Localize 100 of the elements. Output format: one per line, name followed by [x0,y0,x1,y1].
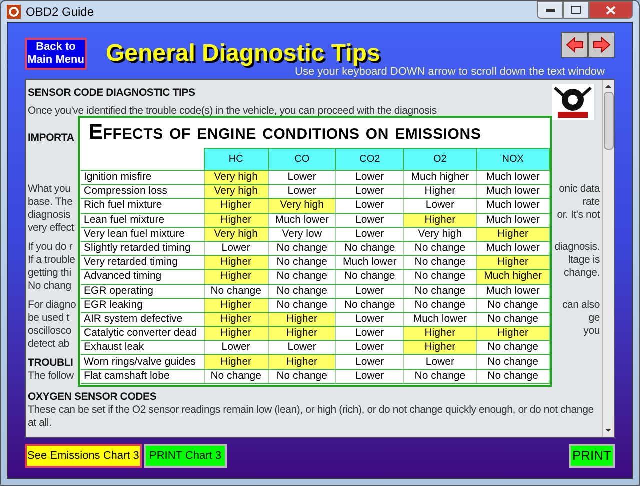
table-cell: Lower [404,198,477,214]
column-header: HC [204,148,268,170]
table-cell: Much higher [476,270,550,284]
minimize-icon [546,8,554,12]
condition-cell: Compression loss [81,184,204,199]
see-emissions-chart-button[interactable]: See Emissions Chart 3 [25,444,142,468]
section-heading: OXYGEN SENSOR CODES [28,391,158,404]
table-cell: Lower [336,184,404,199]
section-heading: SENSOR CODE DIAGNOSTIC TIPS [28,87,196,100]
table-cell: Lower [336,284,404,298]
table-cell: Higher [268,312,336,327]
paragraph-text: very effect [28,222,74,235]
table-cell: Higher [204,326,268,341]
next-button[interactable] [588,32,615,58]
table-cell: No change [268,270,336,284]
paragraph-text: rate [582,196,601,209]
table-cell: Higher [204,298,268,312]
minimize-button[interactable] [537,1,563,19]
table-cell: No change [404,241,477,256]
close-icon [606,6,616,14]
scrollbar-thumb[interactable] [604,92,614,150]
table-cell: Lower [268,340,336,355]
paragraph-text: Once you've identified the trouble code(s) in the vehicle, you can proceed with the diagnosis [28,105,438,118]
table-cell: No change [476,354,550,370]
table-cell: No change [268,298,336,312]
chart-title: Effects of engine conditions on emissions [88,120,482,146]
paragraph-text: For diagno [28,299,76,312]
back-to-main-menu-button[interactable]: Back to Main Menu [25,38,87,70]
condition-cell: Exhaust leak [81,340,204,355]
paragraph-text: base. The [28,196,73,209]
paragraph-text: you [584,325,601,338]
table-cell: Higher [268,326,336,341]
condition-cell: Flat camshaft lobe [81,369,204,384]
table-cell: Higher [476,326,550,341]
maximize-button[interactable] [563,1,589,19]
paragraph-text: getting thi [28,267,72,280]
table-cell: No change [336,241,404,256]
right-arrow-icon [592,37,610,53]
table-cell: No change [476,312,550,327]
table-cell: Lower [204,241,268,256]
window-title: OBD2 Guide [26,4,94,20]
table-cell: Lower [404,354,477,370]
condition-cell: Advanced timing [81,270,204,284]
table-cell: No change [204,369,268,384]
table-cell: Higher [204,270,268,284]
table-cell: Higher [404,340,477,355]
left-arrow-icon [566,37,584,53]
condition-cell: Rich fuel mixture [81,198,204,214]
table-cell: Higher [204,312,268,327]
table-cell: Very high [268,198,336,214]
condition-cell: Very retarded timing [81,256,204,270]
paragraph-text: If you do r [28,241,72,254]
paragraph-text: diagnosis [28,209,71,222]
paragraph-text: onic data [559,183,601,196]
paragraph-text: can also [562,299,601,312]
table-cell: Higher [476,227,550,242]
table-cell: No change [404,298,477,312]
condition-cell: Catalytic converter dead [81,326,204,341]
table-cell: No change [204,284,268,298]
table-cell: Much lower [476,284,550,298]
previous-button[interactable] [561,32,588,58]
table-cell: Higher [404,213,477,228]
table-cell: Much lower [476,241,550,256]
condition-cell: Lean fuel mixture [81,213,204,228]
condition-cell: Ignition misfire [81,170,204,185]
table-cell: Much lower [476,184,550,199]
table-cell: Higher [204,213,268,228]
app-icon [7,4,21,18]
print-chart-button[interactable]: PRINT Chart 3 [144,444,227,468]
table-cell: Lower [336,354,404,370]
paragraph-text: diagnosis. [554,241,601,254]
table-cell: Lower [336,198,404,214]
condition-cell: EGR leaking [81,298,204,312]
table-cell: Very high [404,227,477,242]
close-button[interactable] [589,1,633,19]
section-heading: IMPORTA [28,132,74,145]
table-cell: No change [336,298,404,312]
table-cell: Much lower [404,312,477,327]
table-cell: No change [404,256,477,270]
table-cell: Higher [404,326,477,341]
table-cell: Very high [204,227,268,242]
table-cell: No change [336,270,404,284]
paragraph-text: What you [28,183,71,196]
table-cell: Lower [204,340,268,355]
print-button[interactable]: PRINT [569,444,615,468]
table-cell: Higher [204,354,268,370]
table-cell: Higher [204,198,268,214]
table-cell: Lower [336,312,404,327]
table-cell: Higher [204,256,268,270]
paragraph-text: change. [564,267,601,280]
table-cell: Higher [476,256,550,270]
scrollbar[interactable] [602,80,614,437]
column-header: CO [268,148,336,170]
table-cell: Much lower [476,213,550,228]
table-cell: No change [404,284,477,298]
scroll-hint: Use your keyboard DOWN arrow to scroll down the text window [295,66,605,80]
table-cell: No change [476,369,550,384]
table-cell: No change [268,256,336,270]
table-cell: No change [268,284,336,298]
condition-cell: EGR operating [81,284,204,298]
